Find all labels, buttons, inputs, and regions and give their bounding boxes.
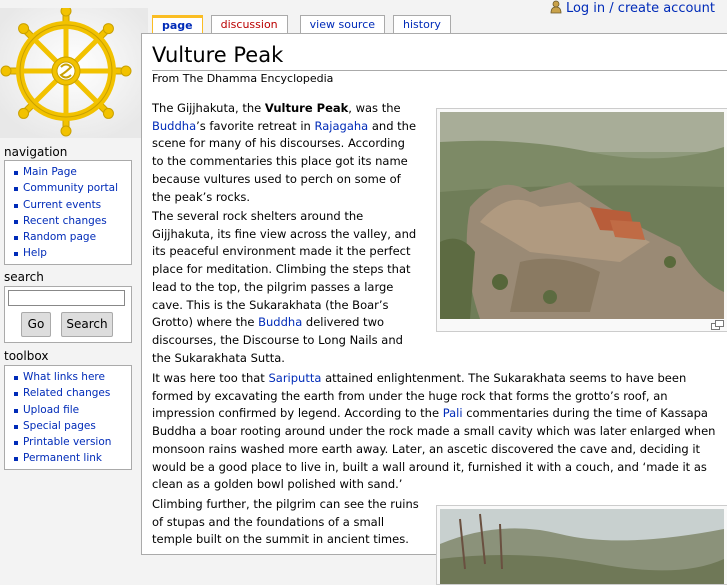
search-input[interactable]: [8, 290, 125, 306]
link-buddha-2[interactable]: Buddha: [258, 315, 302, 329]
tool-printable-version[interactable]: Printable version: [14, 434, 131, 450]
personal-tools: Log in / create account: [550, 0, 715, 16]
tab-discussion[interactable]: discussion: [210, 15, 288, 33]
search-button[interactable]: Search: [61, 312, 113, 337]
thumbnail-vulture-peak[interactable]: [436, 108, 727, 332]
magnify-icon[interactable]: [711, 319, 724, 330]
vulture-peak-photo[interactable]: [440, 112, 724, 319]
search-portlet: Go Search: [4, 286, 132, 343]
navigation-heading: navigation: [4, 145, 68, 159]
nav-random-page[interactable]: Random page: [14, 229, 131, 245]
nav-recent-changes[interactable]: Recent changes: [14, 213, 131, 229]
link-sariputta[interactable]: Sariputta: [268, 371, 321, 385]
navigation-portlet: Main Page Community portal Current event…: [4, 160, 132, 265]
paragraph-intro: The Gijjhakuta, the Vulture Peak, was th…: [152, 101, 417, 204]
tool-special-pages[interactable]: Special pages: [14, 418, 131, 434]
link-buddha[interactable]: Buddha: [152, 119, 196, 133]
link-pali[interactable]: Pali: [443, 406, 463, 420]
summit-photo[interactable]: [440, 509, 724, 584]
paragraph-rock-shelters: The several rock shelters around the Gij…: [152, 209, 417, 365]
nav-help[interactable]: Help: [14, 245, 131, 261]
tab-history[interactable]: history: [393, 15, 451, 33]
tool-upload-file[interactable]: Upload file: [14, 402, 131, 418]
dharma-wheel-logo: [0, 5, 148, 138]
tab-view-source[interactable]: view source: [299, 15, 386, 33]
user-icon: [550, 0, 562, 14]
content-area: Vulture Peak From The Dhamma Encyclopedi…: [141, 33, 727, 585]
title-divider: [152, 70, 727, 71]
go-button[interactable]: Go: [21, 312, 51, 337]
login-link[interactable]: Log in / create account: [566, 1, 715, 16]
paragraph-sukarakhata: It was here too that Sariputta attained …: [152, 371, 716, 492]
nav-main-page[interactable]: Main Page: [14, 164, 131, 180]
tool-related-changes[interactable]: Related changes: [14, 385, 131, 401]
site-logo[interactable]: [0, 5, 148, 138]
bold-vulture-peak: Vulture Peak: [264, 101, 349, 115]
paragraph-summit: Climbing further, the pilgrim can see th…: [152, 497, 419, 547]
tool-what-links-here[interactable]: What links here: [14, 369, 131, 385]
site-subtitle: From The Dhamma Encyclopedia: [152, 72, 334, 85]
page-title: Vulture Peak: [152, 43, 284, 67]
link-rajagaha[interactable]: Rajagaha: [315, 119, 369, 133]
nav-community-portal[interactable]: Community portal: [14, 180, 131, 196]
search-heading: search: [4, 270, 44, 284]
nav-current-events[interactable]: Current events: [14, 197, 131, 213]
toolbox-heading: toolbox: [4, 349, 49, 363]
thumbnail-summit[interactable]: [436, 505, 727, 585]
tool-permanent-link[interactable]: Permanent link: [14, 450, 131, 466]
page-tabs: page discussion view source history: [152, 15, 451, 36]
toolbox-portlet: What links here Related changes Upload f…: [4, 365, 132, 470]
